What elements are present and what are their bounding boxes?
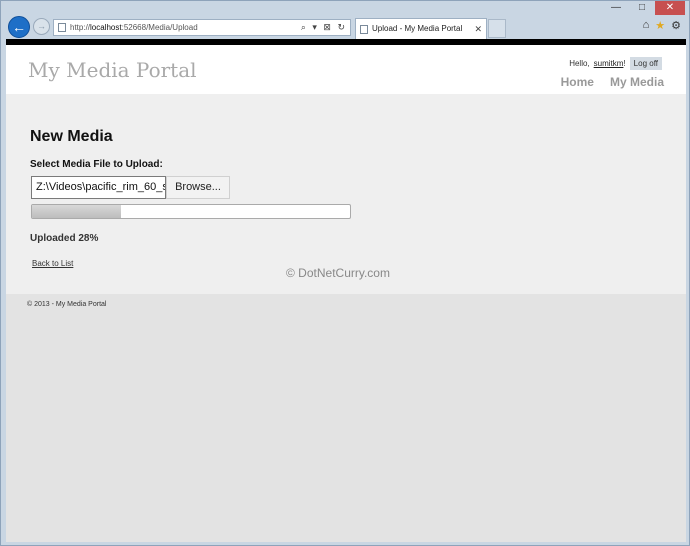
tab-upload[interactable]: Upload - My Media Portal ✕ — [355, 18, 487, 39]
favorites-icon[interactable]: ★ — [655, 19, 665, 32]
file-label: Select Media File to Upload: — [30, 159, 163, 170]
upload-status: Uploaded 28% — [30, 233, 99, 244]
url-prefix: http:// — [70, 23, 91, 32]
tab-page-icon — [360, 25, 368, 34]
browser-window: — □ ✕ ← → http://localhost:52668/Media/U… — [0, 0, 690, 546]
upload-progress-bar — [31, 204, 351, 219]
username-link[interactable]: sumitkm — [594, 59, 624, 68]
page-viewport: My Media Portal Hello, sumitkm! Log off … — [6, 39, 686, 542]
page-title: New Media — [30, 128, 113, 145]
minimize-button[interactable]: — — [603, 1, 629, 15]
address-bar[interactable]: http://localhost:52668/Media/Upload ⌕ ▾ … — [53, 19, 351, 36]
window-caption-buttons: — □ ✕ — [603, 1, 685, 15]
logoff-button[interactable]: Log off — [629, 57, 662, 70]
watermark: © DotNetCurry.com — [286, 266, 390, 280]
forward-button[interactable]: → — [33, 18, 50, 35]
greeting-suffix: ! — [623, 59, 626, 68]
site-nav: Home My Media — [561, 75, 664, 89]
url-rest: :52668/Media/Upload — [121, 23, 198, 32]
tab-title: Upload - My Media Portal — [372, 24, 463, 33]
nav-home[interactable]: Home — [561, 75, 594, 89]
login-area: Hello, sumitkm! Log off — [569, 57, 662, 70]
home-icon[interactable]: ⌂ — [643, 19, 650, 32]
tab-close-icon[interactable]: ✕ — [474, 19, 482, 39]
back-to-list-link[interactable]: Back to List — [32, 259, 73, 268]
site-footer: © 2013 - My Media Portal — [6, 294, 686, 334]
page-icon — [58, 23, 66, 32]
site-header: My Media Portal Hello, sumitkm! Log off … — [6, 45, 686, 113]
nav-my-media[interactable]: My Media — [610, 75, 664, 89]
settings-icon[interactable]: ⚙ — [671, 19, 681, 32]
copyright: © 2013 - My Media Portal — [27, 301, 107, 308]
address-tools-icon[interactable]: ⌕ ▾ ⊠ ↻ — [301, 20, 347, 35]
url-host: localhost — [90, 23, 122, 32]
maximize-button[interactable]: □ — [629, 1, 655, 15]
back-button[interactable]: ← — [8, 16, 30, 38]
browser-toolbar: ← → http://localhost:52668/Media/Upload … — [1, 15, 689, 39]
site-title[interactable]: My Media Portal — [28, 58, 197, 82]
file-path-input[interactable]: Z:\Videos\pacific_rim_60_s — [31, 176, 166, 199]
main-content: New Media Select Media File to Upload: Z… — [6, 94, 686, 294]
close-window-button[interactable]: ✕ — [655, 1, 685, 15]
upload-progress-fill — [32, 205, 122, 218]
greeting: Hello, — [569, 59, 590, 68]
new-tab-button[interactable] — [488, 19, 506, 38]
browser-right-icons: ⌂ ★ ⚙ — [643, 19, 681, 32]
browse-button[interactable]: Browse... — [166, 176, 230, 199]
